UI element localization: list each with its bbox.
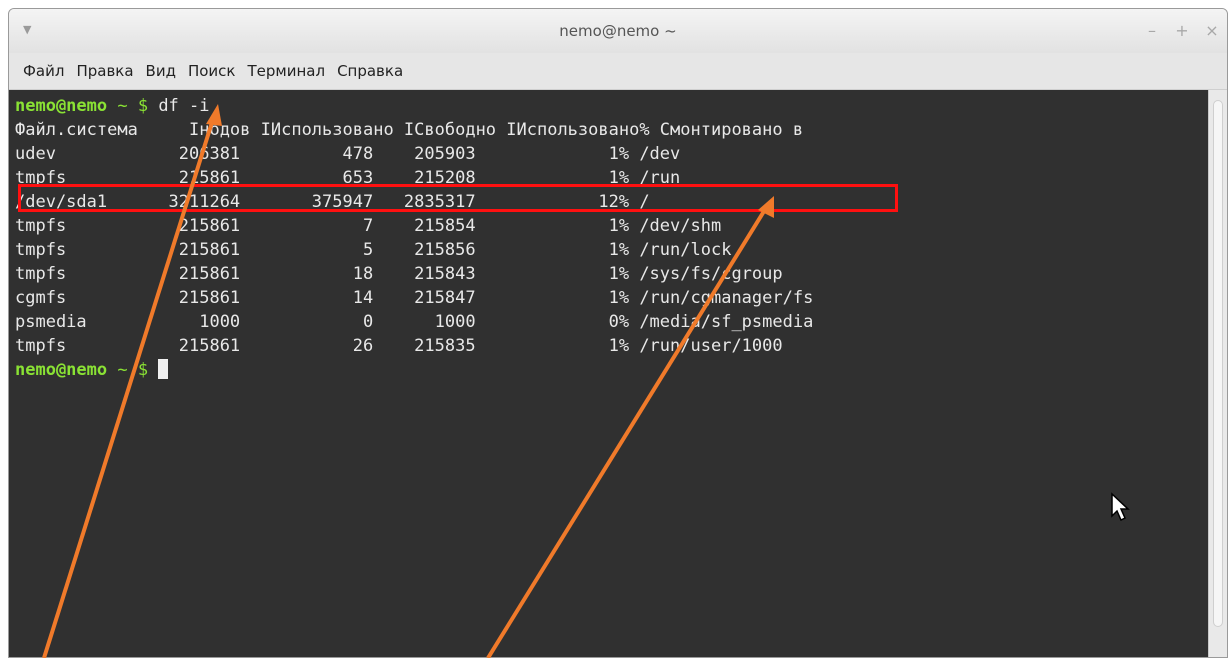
table-row: tmpfs 215861 7 215854 1% /dev/shm: [15, 216, 722, 236]
text-cursor: [158, 359, 169, 379]
menu-file[interactable]: Файл: [17, 62, 70, 80]
terminal-window: ▼ nemo@nemo ~ – + × Файл Правка Вид Поис…: [8, 8, 1228, 658]
command-line: nemo@nemo ~ $ df -i: [15, 94, 210, 118]
table-row: tmpfs 215861 26 215835 1% /run/user/1000: [15, 336, 783, 356]
close-icon[interactable]: ×: [1205, 21, 1219, 40]
maximize-icon[interactable]: +: [1175, 21, 1189, 40]
menu-terminal[interactable]: Терминал: [241, 62, 331, 80]
terminal-output[interactable]: nemo@nemo ~ $ df -i Файл.система Інодов …: [9, 90, 1209, 657]
prompt-symbol: ~ $: [107, 96, 159, 116]
table-row: tmpfs 215861 5 215856 1% /run/lock: [15, 240, 732, 260]
scrollbar-thumb[interactable]: [1213, 100, 1223, 627]
mouse-pointer-icon: [1111, 492, 1130, 522]
minimize-icon[interactable]: –: [1145, 21, 1159, 40]
table-row: psmedia 1000 0 1000 0% /media/sf_psmedia: [15, 312, 814, 332]
prompt-user: nemo@nemo: [15, 96, 108, 116]
menu-search[interactable]: Поиск: [182, 62, 242, 80]
menu-edit[interactable]: Правка: [70, 62, 139, 80]
menu-view[interactable]: Вид: [140, 62, 182, 80]
prompt-symbol: ~ $: [107, 360, 159, 380]
prompt-user: nemo@nemo: [15, 360, 108, 380]
table-row: tmpfs 215861 18 215843 1% /sys/fs/cgroup: [15, 264, 783, 284]
command-text: df -i: [158, 96, 210, 116]
table-row: cgmfs 215861 14 215847 1% /run/cgmanager…: [15, 288, 814, 308]
prompt-line: nemo@nemo ~ $: [15, 358, 169, 382]
scrollbar[interactable]: [1208, 90, 1227, 657]
menu-bar: Файл Правка Вид Поиск Терминал Справка: [9, 53, 1227, 90]
highlight-box: [18, 184, 898, 212]
table-header: Файл.система Інодов ІИспользовано ІСвобо…: [15, 120, 804, 140]
window-controls: – + ×: [1145, 21, 1219, 40]
table-row: udev 206381 478 205903 1% /dev: [15, 144, 681, 164]
title-bar[interactable]: ▼ nemo@nemo ~ – + ×: [9, 9, 1227, 53]
menu-help[interactable]: Справка: [331, 62, 409, 80]
window-title: nemo@nemo ~: [559, 22, 677, 40]
